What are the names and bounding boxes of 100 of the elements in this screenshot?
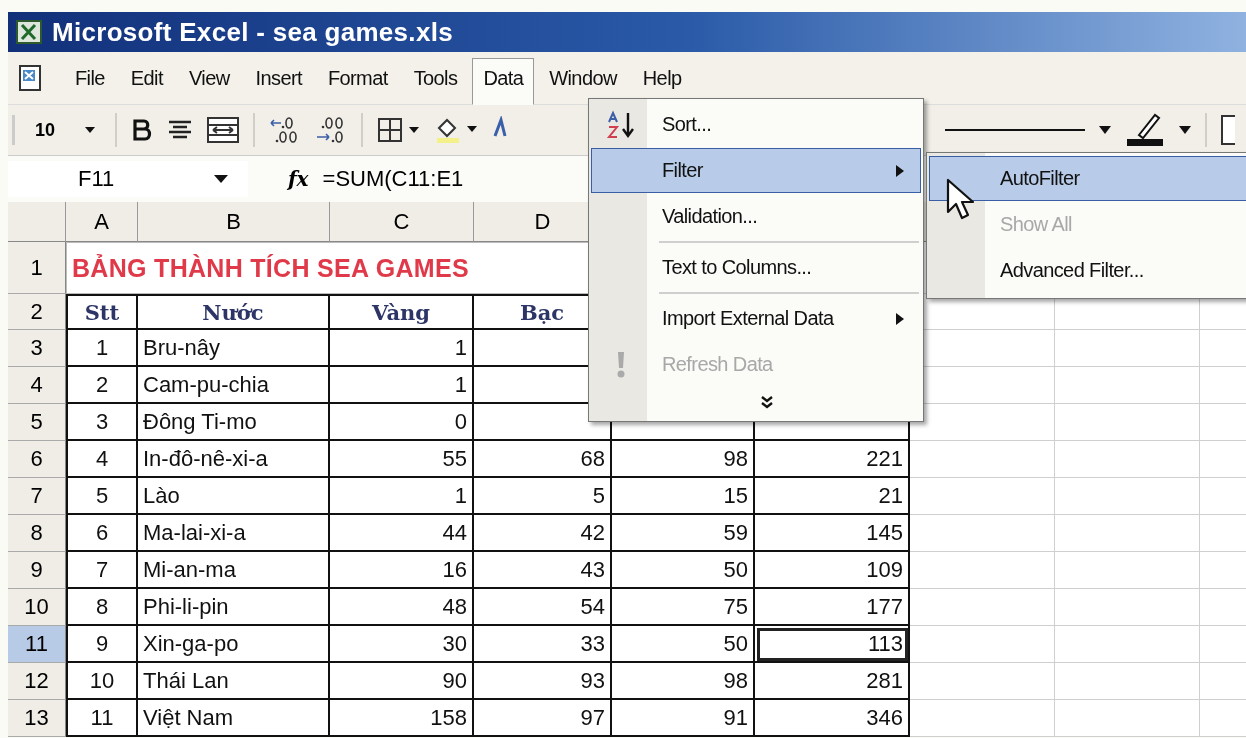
empty-cell[interactable] [1055,441,1200,478]
font-size-field[interactable]: 10 [29,117,102,143]
table-cell: Việt Nam [138,700,330,737]
table-cell: 145 [755,515,910,552]
window-title: Microsoft Excel - sea games.xls [52,16,453,48]
row-header[interactable]: 11 [8,626,66,663]
table-cell: 1 [330,367,474,404]
table-cell: Lào [138,478,330,515]
row-header[interactable]: 6 [8,441,66,478]
table-cell: Đông Ti-mo [138,404,330,441]
empty-cell[interactable] [1055,552,1200,589]
table-cell: 15 [612,478,755,515]
toolbar-button-icon[interactable] [1221,115,1236,145]
empty-cell[interactable] [910,441,1055,478]
table-cell: 97 [474,700,612,737]
empty-cell[interactable] [1055,515,1200,552]
empty-cell[interactable] [1055,478,1200,515]
caret-icon[interactable] [85,127,96,133]
empty-cell[interactable] [1055,330,1200,367]
empty-cell[interactable] [910,626,1055,663]
row-header[interactable]: 10 [8,589,66,626]
menu-item[interactable]: Data [472,57,535,105]
column-heading: Stt [66,294,138,330]
menu-item[interactable]: Insert [244,57,313,99]
row-header[interactable]: 5 [8,404,66,441]
table-cell: 10 [66,663,138,700]
empty-cell[interactable] [1055,367,1200,404]
empty-cell[interactable] [1055,404,1200,441]
table-cell: 281 [755,663,910,700]
menu-item[interactable]: Advanced Filter... [929,248,1246,293]
row-header[interactable]: 9 [8,552,66,589]
caret-icon[interactable] [1179,126,1192,134]
empty-cell[interactable] [910,700,1055,737]
table-cell: 3 [66,404,138,441]
menu-item[interactable]: Filter [591,148,921,193]
table-cell: 55 [330,441,474,478]
empty-cell[interactable] [910,663,1055,700]
empty-cell[interactable] [910,515,1055,552]
menu-item[interactable]: Sort... [591,102,921,147]
menu-item[interactable]: File [64,57,116,99]
row-header[interactable]: 2 [8,294,66,330]
table-cell: 59 [612,515,755,552]
table-cell: Xin-ga-po [138,626,330,663]
table-cell: 93 [474,663,612,700]
table-cell: 2 [66,367,138,404]
table-cell: 8 [66,589,138,626]
menu-item[interactable]: Format [316,57,399,99]
bold-icon[interactable] [131,118,154,142]
table-cell: 68 [474,441,612,478]
submenu-arrow-icon [896,164,904,177]
table-cell: 6 [66,515,138,552]
column-header[interactable]: A [66,202,138,242]
table-cell: 91 [612,700,755,737]
table-cell: 9 [66,626,138,663]
menu-item[interactable]: Help [631,57,693,99]
empty-cell[interactable] [1055,589,1200,626]
menu-item[interactable]: Edit [119,57,174,99]
table-cell: 158 [330,700,474,737]
spreadsheet-icon [16,20,42,44]
empty-cell[interactable] [910,589,1055,626]
row-header[interactable]: 12 [8,663,66,700]
table-cell: 113 [755,626,910,663]
menu-item[interactable]: AutoFilter [929,156,1246,201]
menu-item[interactable]: View [177,57,241,99]
merge-center-icon[interactable] [207,117,240,143]
row-header[interactable]: 1 [8,242,66,294]
empty-cell[interactable] [1055,626,1200,663]
empty-cell[interactable] [910,552,1055,589]
empty-cell[interactable] [1055,700,1200,737]
empty-cell[interactable] [1055,663,1200,700]
row-header[interactable]: 4 [8,367,66,404]
table-cell: Cam-pu-chia [138,367,330,404]
caret-icon[interactable] [1099,126,1112,134]
fill-color-icon[interactable] [435,116,480,144]
menu-item[interactable]: Tools [402,57,469,99]
table-cell: 1 [330,330,474,367]
borders-icon[interactable] [377,117,422,143]
formula-field[interactable]: =SUM(C11:E1 [318,164,468,194]
insert-function-button[interactable]: fx [288,167,309,191]
column-heading: Vàng [330,294,474,330]
table-cell: 21 [755,478,910,515]
row-header[interactable]: 8 [8,515,66,552]
expand-chevron-icon[interactable] [760,395,774,409]
table-cell: 75 [612,589,755,626]
select-all-button[interactable] [8,202,66,242]
column-header[interactable]: C [330,202,474,242]
column-header[interactable]: B [138,202,330,242]
row-header[interactable]: 7 [8,478,66,515]
table-cell: 50 [612,626,755,663]
table-cell: Thái Lan [138,663,330,700]
name-box[interactable]: F11 [8,161,248,197]
table-cell: 177 [755,589,910,626]
align-center-icon[interactable] [167,119,194,141]
menu-item[interactable]: Window [538,57,628,99]
empty-cell[interactable] [910,478,1055,515]
table-cell: Mi-an-ma [138,552,330,589]
row-header[interactable]: 13 [8,700,66,737]
row-header[interactable]: 3 [8,330,66,367]
pencil-icon[interactable] [1125,113,1166,147]
caret-icon[interactable] [214,175,228,183]
